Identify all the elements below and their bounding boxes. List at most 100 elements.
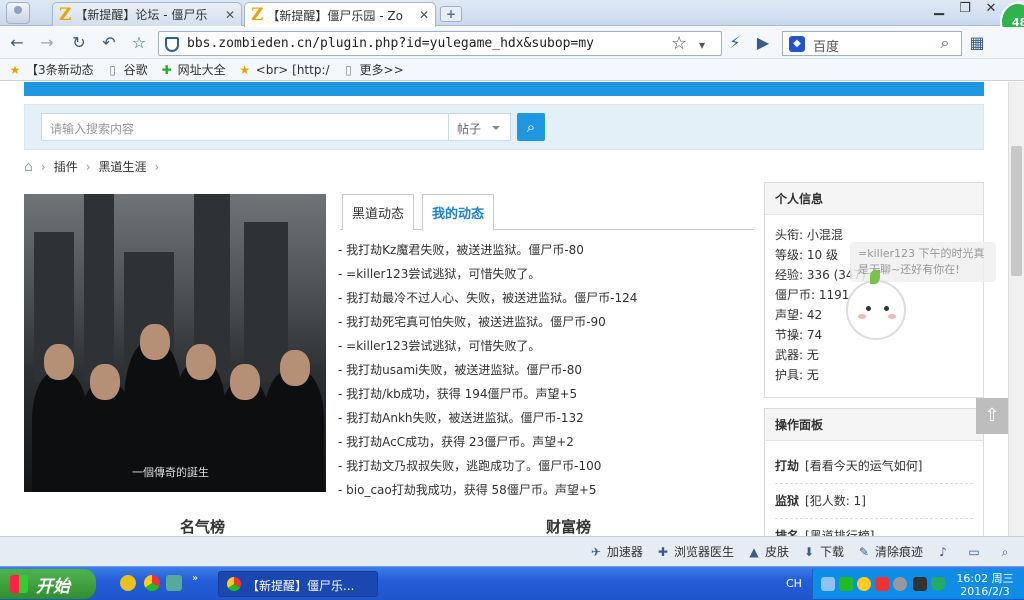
op-name[interactable]: 排名 bbox=[775, 529, 799, 536]
breadcrumb-gangster[interactable]: 黑道生涯 bbox=[99, 158, 147, 175]
bookmark-google[interactable]: ▯ 谷歌 bbox=[106, 61, 148, 78]
more-icon[interactable]: » bbox=[192, 573, 198, 584]
zoom-icon[interactable]: ⌕ bbox=[997, 544, 1016, 560]
close-icon[interactable]: ✕ bbox=[225, 8, 235, 22]
bookmark-label: 更多>> bbox=[359, 63, 404, 77]
speed-mode-icon[interactable]: ⚡ bbox=[724, 33, 746, 53]
bookmark-label: 网址大全 bbox=[177, 63, 226, 77]
search-icon[interactable]: ⌕ bbox=[934, 33, 956, 53]
op-item[interactable]: 打劫 [看看今天的运气如何] bbox=[775, 449, 973, 484]
browser-tab-zombie[interactable]: Z 【新提醒】僵尸乐园 - Zo ✕ bbox=[244, 2, 436, 27]
bookmark-more[interactable]: ▯ 更多>> bbox=[342, 61, 404, 78]
volume-icon[interactable]: ♪ bbox=[935, 544, 954, 560]
feed-item: - 我打劫最冷不过人心、失败，被送进监狱。僵尸币-124 bbox=[338, 291, 638, 305]
search-engine-label[interactable]: 百度 bbox=[813, 36, 839, 55]
op-item[interactable]: 排名 [黑道排行榜] bbox=[775, 519, 973, 536]
extensions-icon[interactable]: ▦ bbox=[966, 33, 988, 53]
new-tab-button[interactable]: + bbox=[440, 6, 462, 22]
back-icon[interactable]: ← bbox=[6, 33, 28, 53]
taskbar-browser-task[interactable]: 【新提醒】僵尸乐... bbox=[218, 571, 378, 597]
restore-button[interactable]: ❐ bbox=[952, 1, 978, 19]
security-shield-icon[interactable] bbox=[931, 577, 945, 591]
bookmark-news[interactable]: ★ 【3条新动态 bbox=[8, 61, 94, 78]
wealth-ranking-heading: 财富榜 bbox=[546, 518, 592, 536]
tab-gang-news[interactable]: 黑道动态 bbox=[342, 194, 415, 230]
url-text[interactable]: bbs.zombieden.cn/plugin.php?id=yulegame_… bbox=[187, 36, 594, 51]
bookmark-br[interactable]: ★ <br> [http:/ bbox=[238, 62, 329, 77]
bookmark-star-icon[interactable]: ☆ bbox=[671, 33, 687, 54]
chevron-right-icon: › bbox=[85, 159, 91, 174]
site-nav-strip bbox=[24, 82, 984, 96]
panel-title: 操作面板 bbox=[765, 409, 983, 441]
tray-plus-icon[interactable] bbox=[839, 577, 853, 591]
url-dropdown-icon[interactable]: ▾ bbox=[699, 38, 705, 52]
feed-item: - =killer123尝试逃狱，可惜失败了。 bbox=[338, 267, 541, 281]
op-item[interactable]: 监狱 [犯人数: 1] bbox=[775, 484, 973, 519]
accelerator-button[interactable]: ✈ 加速器 bbox=[588, 543, 643, 560]
op-desc[interactable]: [黑道排行榜] bbox=[805, 529, 874, 536]
network-icon[interactable] bbox=[821, 577, 835, 591]
download-icon: ⬇ bbox=[803, 544, 814, 559]
tray-disk-icon[interactable] bbox=[893, 577, 907, 591]
address-bar[interactable]: bbs.zombieden.cn/plugin.php?id=yulegame_… bbox=[158, 31, 722, 56]
download-button[interactable]: ⬇ 下载 bbox=[801, 543, 844, 560]
browser-status-bar: ✈ 加速器 ✚ 浏览器医生 ▲ 皮肤 ⬇ 下载 ✎ 清除痕迹 ♪ ▭ ⌕ bbox=[0, 536, 1024, 566]
clock-time: 16:02 周三 bbox=[956, 572, 1014, 585]
site-search-button[interactable]: ⌕ bbox=[517, 113, 545, 141]
forward-icon[interactable]: → bbox=[36, 33, 58, 53]
bookmark-label: 【3条新动态 bbox=[26, 63, 94, 77]
feed-item: - 我打劫Ankh失败，被送进监狱。僵尸币-132 bbox=[338, 411, 584, 425]
browser-icon[interactable] bbox=[144, 575, 160, 591]
home-icon[interactable]: ⌂ bbox=[24, 159, 33, 175]
windows-taskbar: 开始 » 【新提醒】僵尸乐... CH 16:02 周三 2016/2/3 bbox=[0, 566, 1024, 600]
user-avatar-icon[interactable] bbox=[6, 2, 30, 24]
activity-feed: - 我打劫Kz魔君失败，被送进监狱。僵尸币-80 - =killer123尝试逃狱… bbox=[338, 238, 758, 502]
quicklaunch-icon[interactable] bbox=[120, 575, 136, 591]
tray-alert-icon[interactable] bbox=[875, 577, 889, 591]
star-icon: ★ bbox=[239, 62, 251, 77]
undo-close-icon[interactable]: ↶ bbox=[98, 33, 120, 53]
browser-doctor-button[interactable]: ✚ 浏览器医生 bbox=[655, 543, 734, 560]
site-search-bar: 请输入搜索内容 帖子 ⌕ bbox=[24, 104, 984, 150]
op-desc[interactable]: [犯人数: 1] bbox=[805, 494, 866, 508]
mascot-icon[interactable] bbox=[846, 270, 906, 340]
breadcrumb-plugin[interactable]: 插件 bbox=[54, 158, 78, 175]
vertical-scrollbar[interactable] bbox=[1008, 82, 1024, 536]
device-icon[interactable]: ▭ bbox=[966, 544, 985, 560]
app-icon[interactable] bbox=[166, 575, 182, 591]
chevron-right-icon: › bbox=[40, 159, 46, 174]
game-poster-image: 一個傳奇的誕生 bbox=[24, 194, 326, 492]
scroll-thumb[interactable] bbox=[1011, 146, 1022, 276]
poster-caption: 一個傳奇的誕生 bbox=[132, 466, 209, 479]
language-indicator[interactable]: CH bbox=[786, 577, 802, 590]
rocket-icon: ✈ bbox=[590, 544, 601, 559]
site-logo-icon: Z bbox=[251, 5, 264, 25]
feed-item: - 我打劫usami失败，被送进监狱。僵尸币-80 bbox=[338, 363, 582, 377]
favorites-star-icon[interactable]: ☆ bbox=[128, 33, 150, 53]
baidu-paw-icon: ◆ bbox=[789, 36, 805, 52]
browser-tab-forum[interactable]: Z 【新提醒】论坛 - 僵尸乐 ✕ bbox=[52, 2, 242, 26]
start-button[interactable]: 开始 bbox=[0, 569, 96, 599]
tab-my-news[interactable]: 我的动态 bbox=[422, 194, 495, 231]
search-scope-select[interactable]: 帖子 bbox=[449, 113, 511, 141]
play-icon[interactable]: ▶ bbox=[752, 33, 774, 53]
tray-app-icon[interactable] bbox=[857, 577, 871, 591]
bookmark-label: 谷歌 bbox=[123, 63, 148, 77]
tab-title: 【新提醒】僵尸乐园 - Zo bbox=[267, 8, 403, 23]
op-name[interactable]: 监狱 bbox=[775, 494, 799, 508]
bookmark-directory[interactable]: ✚ 网址大全 bbox=[160, 61, 226, 78]
reload-icon[interactable]: ↻ bbox=[68, 33, 90, 53]
close-icon[interactable]: ✕ bbox=[419, 8, 429, 22]
speaker-icon: ♪ bbox=[939, 544, 947, 559]
op-name[interactable]: 打劫 bbox=[775, 459, 799, 473]
plus-icon: ✚ bbox=[161, 62, 172, 77]
back-to-top-button[interactable]: ⇧ bbox=[976, 398, 1008, 434]
bookmarks-bar: ★ 【3条新动态 ▯ 谷歌 ✚ 网址大全 ★ <br> [http:/ ▯ 更多>> bbox=[0, 59, 1024, 81]
skin-button[interactable]: ▲ 皮肤 bbox=[746, 543, 789, 560]
minimize-button[interactable]: ▁ bbox=[926, 1, 952, 19]
site-search-input[interactable]: 请输入搜索内容 bbox=[41, 113, 449, 141]
clear-traces-button[interactable]: ✎ 清除痕迹 bbox=[856, 543, 923, 560]
op-desc[interactable]: [看看今天的运气如何] bbox=[805, 459, 922, 473]
system-clock[interactable]: 16:02 周三 2016/2/3 bbox=[953, 572, 1017, 598]
tray-speaker-icon[interactable] bbox=[913, 577, 927, 591]
